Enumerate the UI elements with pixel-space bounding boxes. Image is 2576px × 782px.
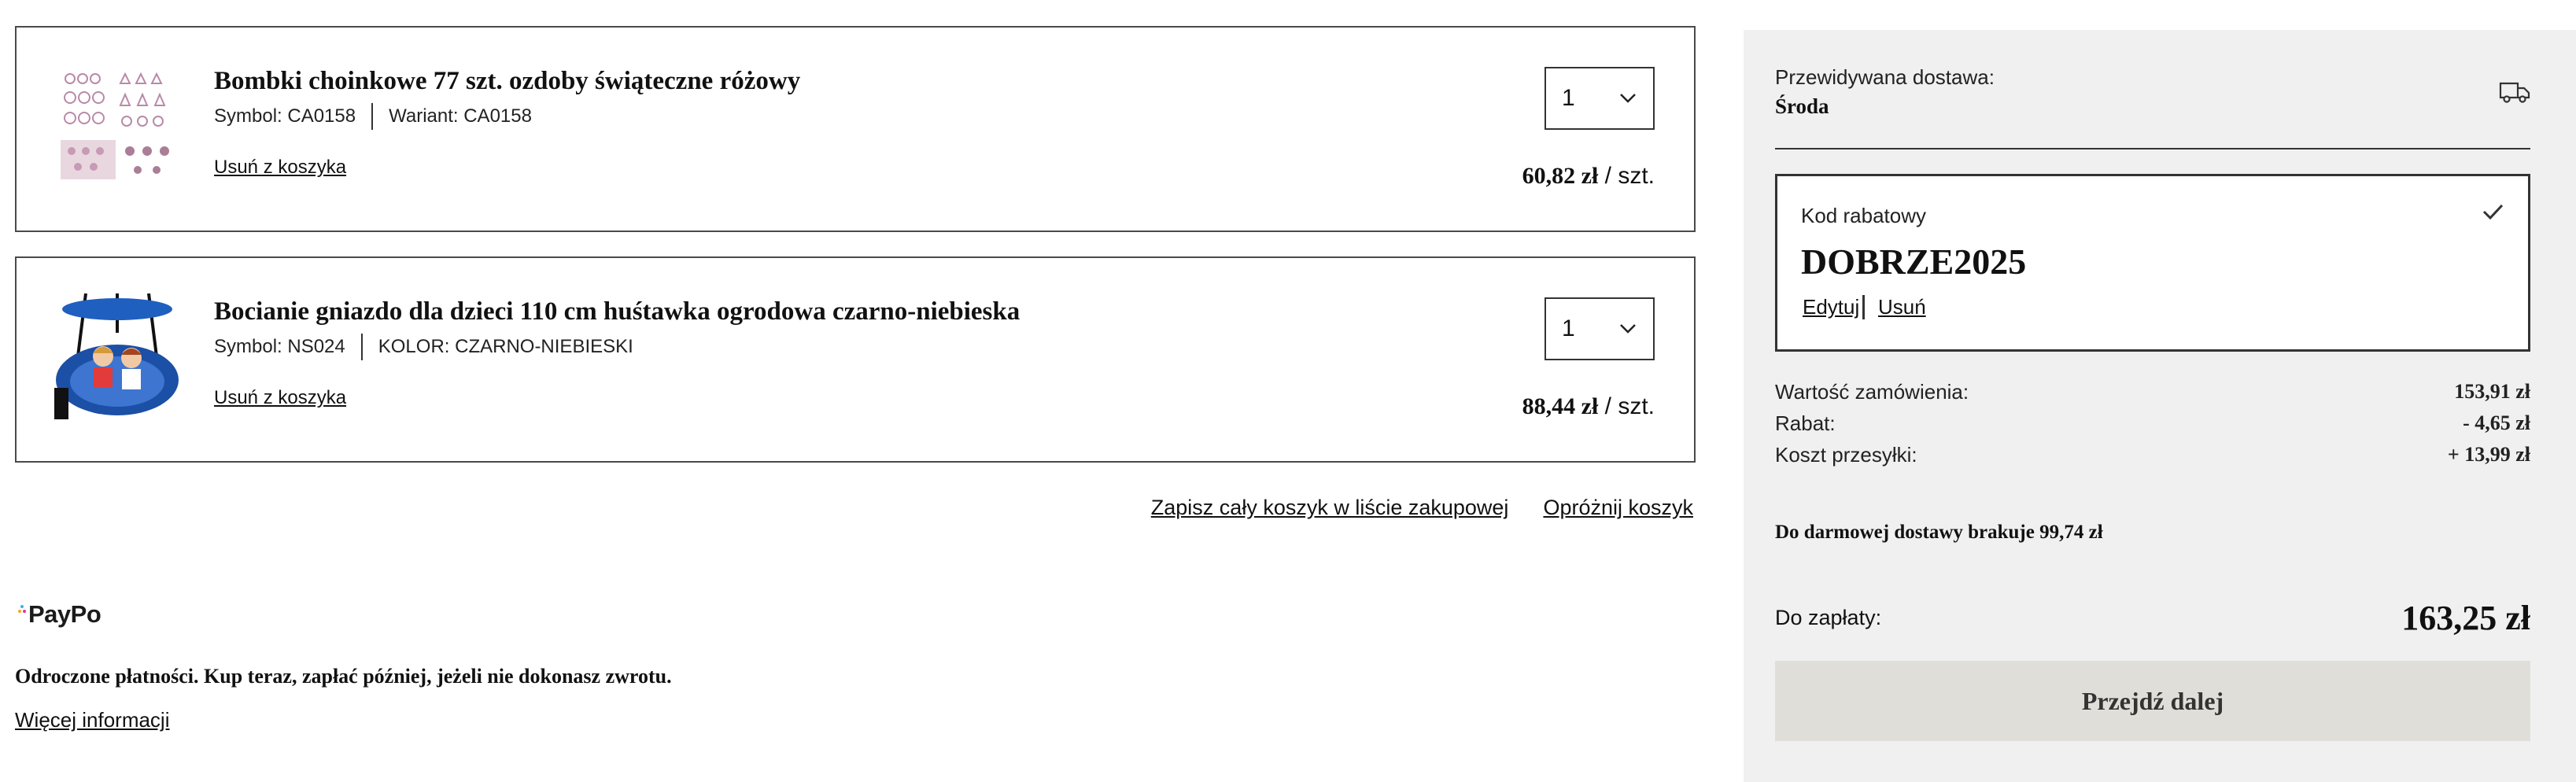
coupon-code: DOBRZE2025 (1801, 242, 2027, 282)
separator (371, 103, 374, 130)
cart-item: Bocianie gniazdo dla dzieci 110 cm huśta… (15, 256, 1696, 463)
discount-row: Rabat: - 4,65 zł (1775, 411, 2530, 436)
chevron-down-icon (1620, 94, 1636, 103)
free-shipping-info: Do darmowej dostawy brakuje 99,74 zł (1775, 522, 2103, 543)
shipping-value: + 13,99 zł (2447, 443, 2530, 466)
empty-cart-link[interactable]: Opróżnij koszyk (1543, 496, 1693, 520)
order-value: 153,91 zł (2454, 380, 2530, 403)
cart-actions: Zapisz cały koszyk w liście zakupowej Op… (1151, 496, 1693, 520)
shipping-row: Koszt przesyłki: + 13,99 zł (1775, 443, 2530, 467)
product-symbol: Symbol: CA0158 (214, 105, 356, 127)
product-name[interactable]: Bocianie gniazdo dla dzieci 110 cm huśta… (214, 297, 1020, 326)
coupon-box: Kod rabatowy DOBRZE2025 Edytuj Usuń (1775, 174, 2530, 352)
quantity-value: 1 (1562, 315, 1575, 341)
product-meta: Symbol: NS024 KOLOR: CZARNO-NIEBIESKI (214, 334, 633, 360)
order-summary: Przewidywana dostawa: Środa Kod rabatowy… (1744, 30, 2576, 782)
delivery-day: Środa (1775, 94, 1829, 118)
edit-coupon-link[interactable]: Edytuj (1799, 295, 1866, 319)
order-value-label: Wartość zamówienia: (1775, 380, 1969, 404)
separator (360, 334, 363, 360)
shipping-label: Koszt przesyłki: (1775, 443, 1917, 467)
cart-item: Bombki choinkowe 77 szt. ozdoby świątecz… (15, 26, 1696, 232)
total-row: Do zapłaty: 163,25 zł (1775, 598, 2530, 638)
product-symbol: Symbol: NS024 (214, 336, 345, 357)
quantity-value: 1 (1562, 85, 1575, 111)
total-value: 163,25 zł (2401, 599, 2530, 637)
save-cart-to-list-link[interactable]: Zapisz cały koszyk w liście zakupowej (1151, 496, 1509, 520)
discount-value: - 4,65 zł (2463, 411, 2530, 434)
remove-from-cart-link[interactable]: Usuń z koszyka (214, 157, 346, 179)
delivery-label: Przewidywana dostawa: (1775, 65, 1995, 89)
unit-price: 88,44 zł / szt. (1522, 393, 1655, 419)
quantity-select[interactable]: 1 (1544, 297, 1655, 360)
paypo-logo: PayPo (17, 600, 101, 629)
chevron-down-icon (1620, 324, 1636, 334)
product-variant: KOLOR: CZARNO-NIEBIESKI (378, 336, 633, 357)
unit-price: 60,82 zł / szt. (1522, 163, 1655, 189)
check-icon (2482, 204, 2504, 220)
paypo-description: Odroczone płatności. Kup teraz, zapłać p… (15, 665, 672, 688)
discount-label: Rabat: (1775, 411, 1836, 435)
paypo-more-info-link[interactable]: Więcej informacji (15, 708, 170, 732)
coupon-label: Kod rabatowy (1801, 204, 1926, 227)
proceed-button[interactable]: Przejdź dalej (1775, 661, 2530, 741)
truck-icon (2499, 82, 2530, 103)
paypo-logo-text: PayPo (28, 600, 101, 628)
product-meta: Symbol: CA0158 Wariant: CA0158 (214, 103, 532, 130)
product-variant: Wariant: CA0158 (389, 105, 532, 127)
divider (1775, 148, 2530, 149)
product-image[interactable] (54, 293, 180, 419)
product-image[interactable] (54, 63, 180, 189)
product-name[interactable]: Bombki choinkowe 77 szt. ozdoby świątecz… (214, 67, 800, 96)
paypo-dots-icon (18, 605, 26, 613)
quantity-select[interactable]: 1 (1544, 67, 1655, 130)
order-value-row: Wartość zamówienia: 153,91 zł (1775, 380, 2530, 404)
total-label: Do zapłaty: (1775, 606, 1882, 629)
remove-coupon-link[interactable]: Usuń (1878, 295, 1926, 319)
remove-from-cart-link[interactable]: Usuń z koszyka (214, 387, 346, 409)
